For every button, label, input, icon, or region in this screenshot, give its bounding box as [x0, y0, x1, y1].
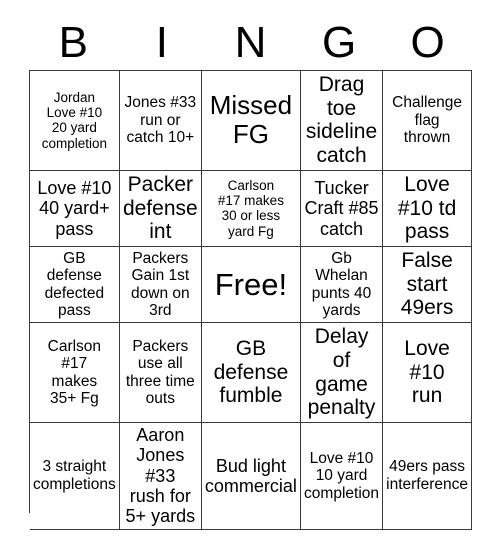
bingo-cell-label: Jones #33 run or catch 10+	[124, 94, 197, 147]
bingo-cell[interactable]: Love #10 10 yard completion	[300, 423, 384, 530]
bingo-cell[interactable]: 3 straight completions	[30, 423, 120, 530]
header-letter-b: B	[58, 18, 88, 67]
bingo-cell-label: Carlson #17 makes 30 or less yard Fg	[217, 177, 284, 239]
bingo-cell-label: 49ers pass interference	[386, 458, 468, 493]
bingo-cell[interactable]: False start 49ers	[383, 247, 472, 324]
bingo-cell[interactable]: Bud light commercial	[201, 423, 301, 530]
bingo-cell-label: Aaron Jones #33 rush for 5+ yards	[125, 425, 196, 527]
bingo-cell-label: Love #10 10 yard completion	[304, 449, 380, 502]
bingo-cell[interactable]: GB defense fumble	[201, 323, 301, 424]
bingo-cell-label: GB defense fumble	[213, 337, 289, 408]
bingo-cell[interactable]: Gb Whelan punts 40 yards	[300, 247, 384, 324]
header-letter-o: O	[410, 18, 445, 67]
bingo-cell[interactable]: Love #10 run	[383, 323, 472, 424]
bingo-cell[interactable]: Carlson #17 makes 30 or less yard Fg	[201, 170, 301, 248]
bingo-cell-label: Drag toe sideline catch	[305, 73, 378, 168]
bingo-cell-label: Tucker Craft #85 catch	[304, 177, 379, 239]
bingo-header: B I N G O	[29, 18, 472, 68]
bingo-cell[interactable]: Missed FG	[201, 71, 301, 171]
header-letter-n: N	[234, 18, 267, 67]
bingo-cell[interactable]: Love #10 40 yard+ pass	[30, 170, 120, 248]
bingo-cell-label: Jordan Love #10 20 yard completion	[41, 89, 107, 151]
header-letter-g: G	[321, 18, 357, 67]
bingo-cell[interactable]: Delay of game penalty	[300, 323, 384, 424]
bingo-cell-label: Packer defense int	[122, 172, 198, 244]
bingo-cell[interactable]: Carlson #17 makes 35+ Fg	[30, 323, 120, 424]
bingo-cell-label: Love #10 40 yard+ pass	[37, 177, 112, 239]
bingo-cell[interactable]: GB defense defected pass	[30, 247, 120, 324]
bingo-cell[interactable]: Challenge flag thrown	[383, 71, 472, 171]
bingo-cell[interactable]: Jones #33 run or catch 10+	[119, 71, 202, 171]
bingo-cell-label: 3 straight completions	[33, 458, 116, 493]
bingo-cell-label: Love #10 td pass	[397, 172, 457, 244]
bingo-cell-label: Missed FG	[209, 90, 293, 150]
bingo-cell-label: GB defense defected pass	[44, 249, 105, 320]
bingo-cell-label: Packers use all three time outs	[125, 337, 195, 408]
bingo-cell[interactable]: Love #10 td pass	[383, 170, 472, 248]
bingo-cell[interactable]: Tucker Craft #85 catch	[300, 170, 384, 248]
bingo-cell-label: False start 49ers	[400, 249, 454, 320]
bingo-cell[interactable]: Aaron Jones #33 rush for 5+ yards	[119, 423, 202, 530]
bingo-cell[interactable]: 49ers pass interference	[383, 423, 472, 530]
bingo-cell[interactable]: Jordan Love #10 20 yard completion	[30, 71, 120, 171]
bingo-cell-free[interactable]: Free!	[201, 247, 301, 324]
bingo-cell-label: Delay of game penalty	[307, 325, 376, 420]
bingo-cell[interactable]: Packer defense int	[119, 170, 202, 248]
bingo-cell-label: Carlson #17 makes 35+ Fg	[47, 337, 102, 408]
bingo-grid: Jordan Love #10 20 yard completion Jones…	[29, 70, 472, 530]
bingo-cell-label: Gb Whelan punts 40 yards	[311, 249, 372, 320]
bingo-cell[interactable]: Drag toe sideline catch	[300, 71, 384, 171]
bingo-cell-label: Packers Gain 1st down on 3rd	[131, 249, 190, 320]
bingo-card: B I N G O Jordan Love #10 20 yard comple…	[0, 0, 500, 544]
bingo-cell-label: Love #10 run	[404, 337, 450, 408]
bingo-cell-label: Challenge flag thrown	[392, 94, 462, 147]
bingo-cell[interactable]: Packers use all three time outs	[119, 323, 202, 424]
bingo-cell-label: Free!	[214, 267, 288, 303]
header-letter-i: I	[155, 18, 168, 67]
bingo-cell-label: Bud light commercial	[204, 455, 297, 496]
bingo-cell[interactable]: Packers Gain 1st down on 3rd	[119, 247, 202, 324]
